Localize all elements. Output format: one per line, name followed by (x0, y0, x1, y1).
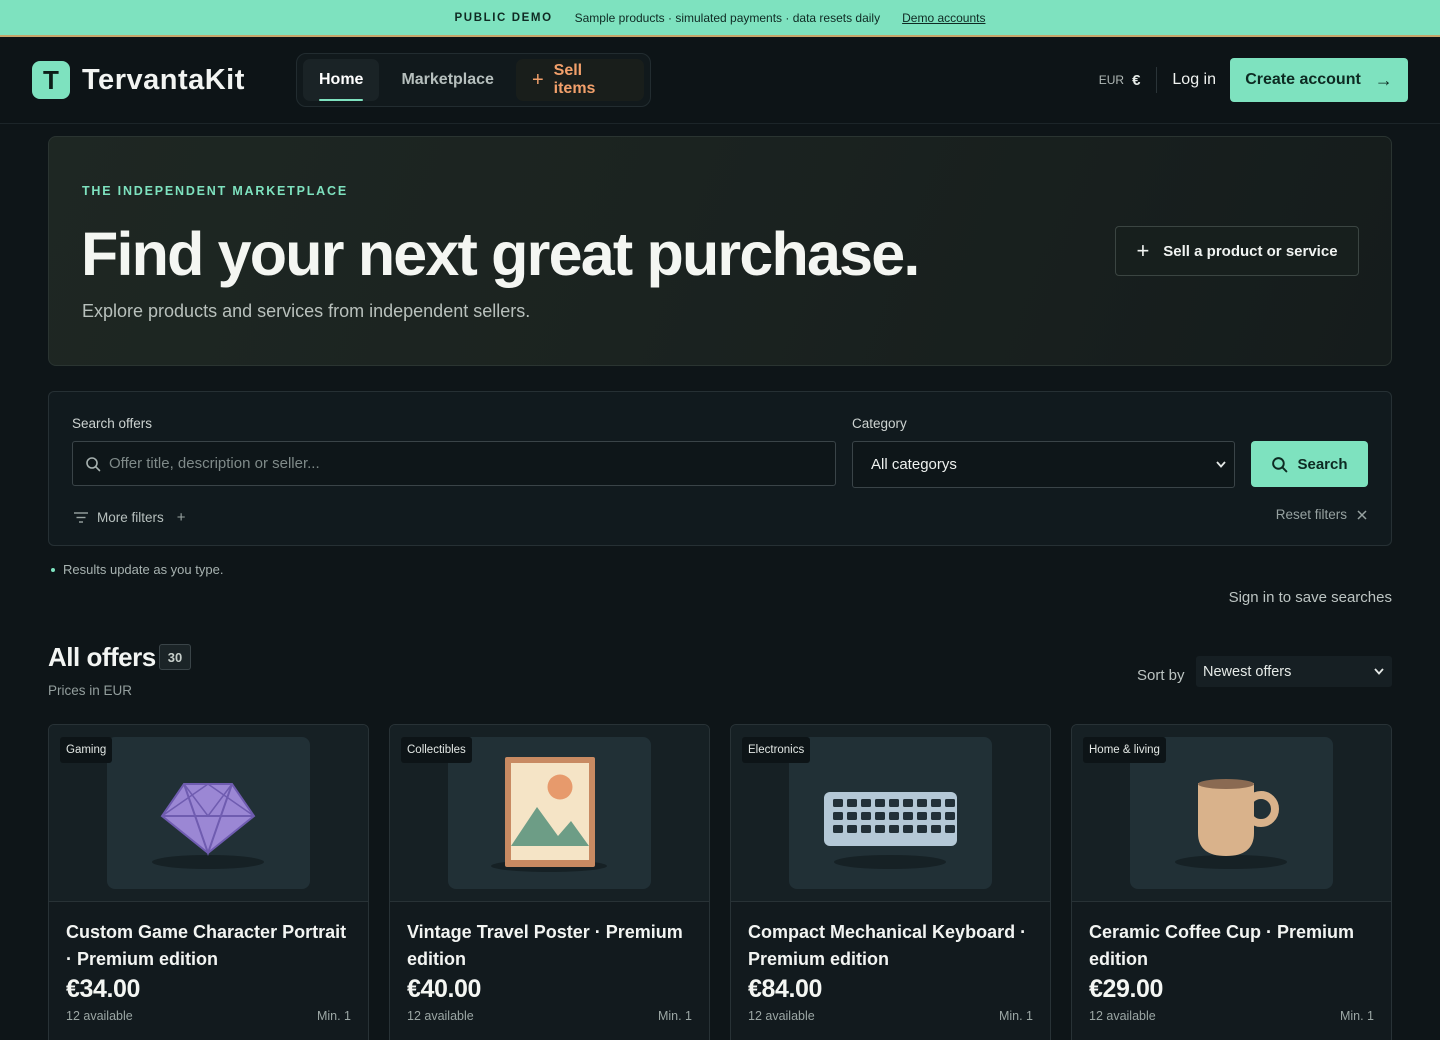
brand-mark-icon: T (32, 61, 70, 99)
offers-title: All offers (48, 642, 156, 672)
card-min-quantity: Min. 1 (657, 1009, 692, 1023)
plus-icon: + (176, 509, 186, 526)
card-min-quantity: Min. 1 (998, 1009, 1033, 1023)
reset-filters-button[interactable]: Reset filters (1276, 507, 1367, 522)
live-results-note: Results update as you type. (51, 562, 223, 577)
card-title: Custom Game Character Portrait · Premium… (66, 922, 347, 969)
offer-card[interactable]: Gaming Custom Game Character Portrait · … (48, 724, 369, 1040)
search-input-wrapper (72, 441, 836, 486)
card-price: €34.00 (66, 975, 141, 1003)
live-results-text: Results update as you type. (63, 562, 224, 577)
offer-card[interactable]: Collectibles Vintage Travel Poster · Pre… (389, 724, 710, 1040)
card-title: Compact Mechanical Keyboard · Premium ed… (748, 922, 1027, 969)
category-badge: Collectibles (401, 737, 472, 763)
brand-logo[interactable]: T TervantaKit (32, 61, 245, 99)
card-media: Gaming (49, 725, 368, 902)
hero-subtitle: Explore products and services from indep… (82, 301, 531, 321)
search-label: Search offers (72, 416, 153, 431)
search-button[interactable]: Search (1251, 441, 1368, 487)
card-media: Home & living (1072, 725, 1391, 902)
card-media: Electronics (731, 725, 1050, 902)
category-select[interactable]: All categorys (852, 441, 1235, 488)
card-min-quantity: Min. 1 (1339, 1009, 1374, 1023)
search-input[interactable] (109, 455, 809, 472)
framed-picture-icon (448, 737, 651, 889)
hero-title: Find your next great purchase. (81, 220, 920, 288)
nav-sell-items-label: Sell items (553, 62, 596, 97)
card-min-quantity: Min. 1 (316, 1009, 351, 1023)
card-title: Vintage Travel Poster · Premium edition (407, 922, 683, 969)
hero-eyebrow: THE INDEPENDENT MARKETPLACE (82, 184, 348, 198)
sell-product-label: Sell a product or service (1163, 242, 1338, 260)
chevron-down-icon (1374, 668, 1384, 675)
demo-tag: PUBLIC DEMO (454, 11, 553, 24)
reset-filters-label: Reset filters (1275, 507, 1347, 522)
filter-icon (74, 512, 88, 523)
site-header: T TervantaKit Home Marketplace + Sell it… (0, 37, 1440, 124)
card-stock: 12 available (748, 1009, 815, 1023)
category-select-value: All categorys (871, 456, 957, 473)
demo-banner-text: Sample products · simulated payments · d… (574, 10, 881, 25)
brand-name: TervantaKit (82, 63, 245, 96)
card-media: Collectibles (390, 725, 709, 902)
search-button-label: Search (1297, 455, 1348, 473)
nav-sell-items[interactable]: + Sell items (515, 59, 644, 101)
nav-home[interactable]: Home (303, 59, 380, 101)
hero: THE INDEPENDENT MARKETPLACE Find your ne… (48, 136, 1392, 366)
card-title: Ceramic Coffee Cup · Premium edition (1089, 922, 1355, 969)
currency-code: EUR (1098, 73, 1125, 87)
prices-note: Prices in EUR (48, 683, 133, 698)
card-stock: 12 available (1089, 1009, 1156, 1023)
search-icon (1272, 456, 1288, 472)
sort-label: Sort by (1137, 667, 1185, 684)
header-actions: EUR € Log in Create account → (1099, 58, 1408, 102)
offer-card[interactable]: Home & living Ceramic Coffee Cup · Premi… (1071, 724, 1392, 1040)
create-account-label: Create account (1245, 71, 1361, 88)
save-searches-link[interactable]: Sign in to save searches (1229, 589, 1392, 606)
more-filters-toggle[interactable]: More filters + (74, 509, 186, 526)
category-badge: Electronics (742, 737, 811, 763)
card-stock: 12 available (66, 1009, 133, 1023)
card-price: €40.00 (407, 975, 482, 1003)
card-stock: 12 available (407, 1009, 474, 1023)
search-panel: Search offers Category All categorys Sea… (48, 391, 1392, 546)
sort-select[interactable]: Newest offers (1196, 656, 1392, 687)
login-link[interactable]: Log in (1157, 71, 1230, 89)
plus-icon: + (1136, 238, 1150, 263)
category-label: Category (852, 416, 907, 431)
keyboard-icon (789, 737, 992, 889)
chevron-down-icon (1216, 461, 1226, 468)
main-nav: Home Marketplace + Sell items (296, 53, 651, 107)
category-badge: Home & living (1083, 737, 1166, 763)
arrow-right-icon: → (1374, 69, 1393, 90)
search-icon (86, 456, 101, 471)
create-account-button[interactable]: Create account → (1230, 58, 1408, 102)
category-badge: Gaming (60, 737, 113, 763)
card-price: €29.00 (1089, 975, 1164, 1003)
currency-selector[interactable]: EUR € (1099, 67, 1158, 93)
status-dot-icon (51, 567, 55, 572)
demo-accounts-link[interactable]: Demo accounts (902, 11, 985, 25)
sort-select-value: Newest offers (1203, 663, 1292, 680)
more-filters-label: More filters (97, 510, 164, 525)
offer-card[interactable]: Electronics Compact Mechanical Keyboard … (730, 724, 1051, 1040)
close-icon (1357, 509, 1367, 520)
currency-symbol: € (1132, 71, 1141, 89)
card-price: €84.00 (748, 975, 823, 1003)
demo-banner: PUBLIC DEMO Sample products · simulated … (0, 0, 1440, 37)
gem-icon (107, 737, 310, 889)
nav-marketplace[interactable]: Marketplace (385, 59, 510, 101)
plus-icon: + (531, 69, 544, 91)
sell-product-button[interactable]: + Sell a product or service (1115, 226, 1359, 276)
offers-count-badge: 30 (159, 644, 191, 670)
